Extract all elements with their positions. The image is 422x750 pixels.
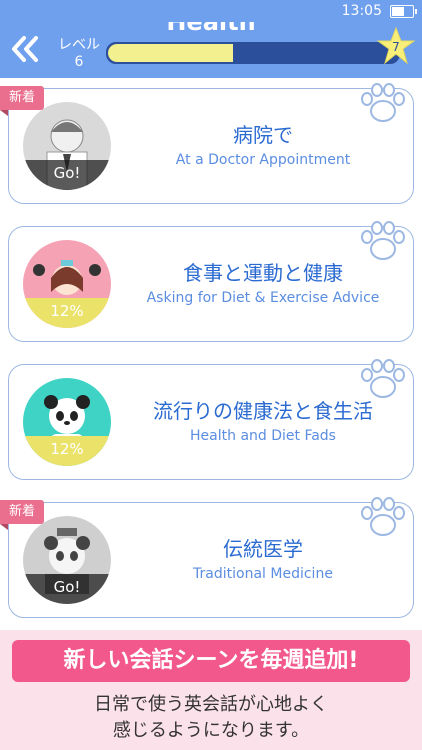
promo-banner: 新しい会話シーンを毎週追加! 日常で使う英会話が心地よく 感じるようになります。 xyxy=(0,630,422,750)
next-level-star: 7 xyxy=(376,26,416,66)
promo-line-2: 感じるようになります。 xyxy=(112,720,310,741)
panda-doctor-avatar: Go! xyxy=(23,516,111,604)
paw-icon xyxy=(361,83,405,122)
promo-description: 日常で使う英会話が心地よく 感じるようになります。 xyxy=(0,692,422,744)
card-title-en: Traditional Medicine xyxy=(193,566,333,582)
card-title-en: At a Doctor Appointment xyxy=(175,152,351,168)
status-time: 13:05 xyxy=(341,3,382,19)
lesson-card-doctor[interactable]: Go! 病院で At a Doctor Appointment xyxy=(8,83,414,204)
star-number: 7 xyxy=(392,40,400,54)
card-status: Go! xyxy=(23,160,111,190)
lesson-card-health-fads[interactable]: 12% 流行りの健康法と食生活 Health and Diet Fads xyxy=(8,359,414,480)
card-progress: 12% xyxy=(23,298,111,328)
level-progress-bar xyxy=(106,42,400,64)
promo-headline: 新しい会話シーンを毎週追加! xyxy=(12,640,410,682)
card-status: Go! xyxy=(23,574,111,604)
lesson-card-diet-exercise[interactable]: 12% 食事と運動と健康 Asking for Diet & Exercise … xyxy=(8,221,414,342)
back-chevron-icon[interactable] xyxy=(6,34,46,64)
paw-icon xyxy=(361,497,405,536)
battery-icon xyxy=(390,5,417,18)
panda-avatar: 12% xyxy=(23,378,111,466)
doctor-avatar: Go! xyxy=(23,102,111,190)
status-bar: 13:05 xyxy=(0,0,422,22)
card-progress: 12% xyxy=(23,436,111,466)
new-badge: 新着 xyxy=(0,86,44,116)
new-badge: 新着 xyxy=(0,500,44,530)
exercise-avatar: 12% xyxy=(23,240,111,328)
paw-icon xyxy=(361,221,405,260)
progress-fill xyxy=(108,44,233,62)
level-label: レベル xyxy=(58,37,100,53)
promo-line-1: 日常で使う英会話が心地よく xyxy=(94,694,328,715)
level-indicator: レベル 6 xyxy=(52,34,106,70)
paw-icon xyxy=(361,359,405,398)
level-number: 6 xyxy=(74,54,84,70)
card-title-en: Health and Diet Fads xyxy=(190,428,336,444)
lesson-card-traditional-medicine[interactable]: Go! 伝統医学 Traditional Medicine xyxy=(8,497,414,618)
card-title-en: Asking for Diet & Exercise Advice xyxy=(146,290,380,306)
